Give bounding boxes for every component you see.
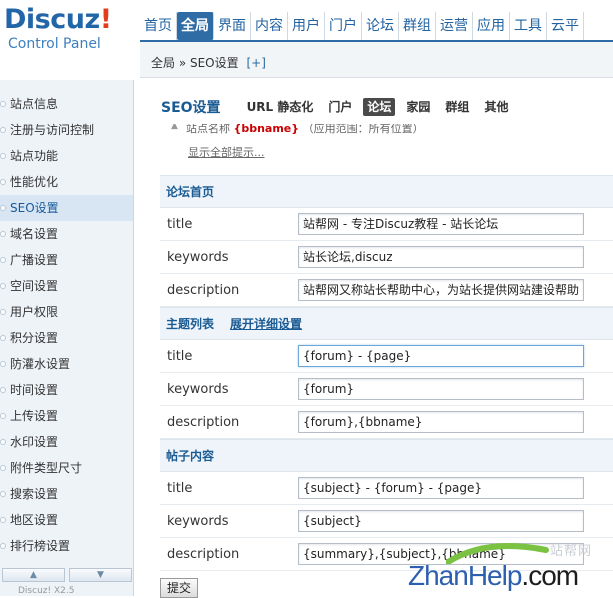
topnav-item-0[interactable]: 首页 — [140, 12, 177, 40]
keywords-input[interactable]: {forum} — [298, 378, 584, 400]
sidebar-item-2[interactable]: 站点功能 — [0, 143, 133, 169]
field-label: keywords — [167, 249, 229, 265]
topnav-item-11[interactable]: 云平 — [547, 12, 584, 40]
discuz-logo[interactable]: Discuz! Control Panel — [4, 4, 134, 66]
seo-tabs: URL 静态化 门户 论坛 家园 群组 其他 — [247, 98, 524, 116]
field-label: description — [167, 282, 240, 298]
form-row: keywords {forum} — [160, 373, 613, 406]
topnav-item-8[interactable]: 运营 — [436, 12, 473, 40]
tab-4[interactable]: 群组 — [445, 98, 469, 116]
field-label: description — [167, 414, 240, 430]
topnav-item-10[interactable]: 工具 — [510, 12, 547, 40]
tip-suffix: （应用范围：所有位置） — [302, 124, 424, 135]
sidebar-item-1[interactable]: 注册与访问控制 — [0, 117, 133, 143]
title-input[interactable]: {subject} - {forum} - {page} — [298, 477, 584, 499]
sidebar-item-8[interactable]: 用户权限 — [0, 299, 133, 325]
seo-form: 论坛首页 title 站帮网 - 专注Discuz教程 - 站长论坛 keywords… — [160, 175, 613, 598]
page-title: SEO设置 — [161, 100, 221, 116]
submit-button[interactable]: 提交 — [160, 578, 199, 598]
field-label: title — [167, 216, 193, 232]
section-title: 主题列表 — [166, 317, 215, 331]
tab-3[interactable]: 家园 — [406, 98, 430, 116]
field-label: keywords — [167, 381, 229, 397]
show-all-tips-link[interactable]: 显示全部提示... — [188, 146, 613, 160]
section-header: 论坛首页 — [160, 175, 613, 208]
sidebar-item-14[interactable]: 附件类型尺寸 — [0, 455, 133, 481]
topnav-item-5[interactable]: 门户 — [325, 12, 362, 40]
sidebar-scroll-controls: ▲ ▼ — [2, 568, 132, 582]
topnav-item-3[interactable]: 内容 — [251, 12, 288, 40]
topnav-item-4[interactable]: 用户 — [288, 12, 325, 40]
sidebar-menu: 站点信息 注册与访问控制 站点功能 性能优化 SEO设置 域名设置 广播设置 空间设置 用户权限… — [0, 80, 133, 559]
scroll-down-button[interactable]: ▼ — [69, 568, 132, 582]
form-row: title 站帮网 - 专注Discuz教程 - 站长论坛 — [160, 208, 613, 241]
section-title: 论坛首页 — [166, 185, 215, 199]
sidebar-item-17[interactable]: 排行榜设置 — [0, 533, 133, 559]
section-header: 帖子内容 — [160, 439, 613, 472]
field-label: title — [167, 348, 193, 364]
sidebar-item-6[interactable]: 广播设置 — [0, 247, 133, 273]
expand-details-link[interactable]: 展开详细设置 — [230, 317, 302, 331]
sidebar-item-10[interactable]: 防灌水设置 — [0, 351, 133, 377]
topnav-item-9[interactable]: 应用 — [473, 12, 510, 40]
field-label: description — [167, 546, 240, 562]
form-row: keywords {subject} — [160, 505, 613, 538]
logo-brand: Discuz! — [4, 4, 112, 35]
breadcrumb: 全局 » SEO设置 [+] — [140, 42, 613, 78]
title-input[interactable]: {forum} - {page} — [298, 345, 584, 367]
sidebar-footer: Discuz! X2.5 — [18, 586, 75, 596]
sidebar: 站点信息 注册与访问控制 站点功能 性能优化 SEO设置 域名设置 广播设置 空间设置 用户权限… — [0, 80, 134, 596]
sidebar-item-3[interactable]: 性能优化 — [0, 169, 133, 195]
logo-subtitle: Control Panel — [8, 36, 101, 52]
topnav-item-1[interactable]: 全局 — [177, 12, 214, 40]
topnav-item-6[interactable]: 论坛 — [362, 12, 399, 40]
description-input[interactable]: {summary},{subject},{bbname} — [298, 543, 584, 565]
form-row: description {forum},{bbname} — [160, 406, 613, 439]
scroll-up-button[interactable]: ▲ — [2, 568, 65, 582]
top-navigation: 首页 全局 界面 内容 用户 门户 论坛 群组 运营 应用 工具 云平 — [140, 12, 584, 40]
sidebar-item-15[interactable]: 搜索设置 — [0, 481, 133, 507]
add-shortcut-button[interactable]: [+] — [246, 56, 265, 70]
main-content: SEO设置 URL 静态化 门户 论坛 家园 群组 其他 ▲ 站点名称 {bbname} … — [160, 92, 613, 598]
tip-arrow-icon: ▲ — [171, 124, 178, 131]
title-input[interactable]: 站帮网 - 专注Discuz教程 - 站长论坛 — [298, 213, 584, 235]
field-label: title — [167, 480, 193, 496]
submit-row: 提交 — [160, 571, 613, 598]
field-label: keywords — [167, 513, 229, 529]
sidebar-item-5[interactable]: 域名设置 — [0, 221, 133, 247]
topnav-item-7[interactable]: 群组 — [399, 12, 436, 40]
sidebar-item-7[interactable]: 空间设置 — [0, 273, 133, 299]
section-header: 主题列表 展开详细设置 — [160, 307, 613, 340]
tab-2[interactable]: 论坛 — [363, 98, 396, 116]
sidebar-item-9[interactable]: 积分设置 — [0, 325, 133, 351]
keywords-input[interactable]: {subject} — [298, 510, 584, 532]
tip-variable: {bbname} — [233, 124, 300, 135]
page-header: SEO设置 URL 静态化 门户 论坛 家园 群组 其他 — [160, 92, 613, 122]
sidebar-item-11[interactable]: 时间设置 — [0, 377, 133, 403]
sidebar-item-12[interactable]: 上传设置 — [0, 403, 133, 429]
form-row: title {subject} - {forum} - {page} — [160, 472, 613, 505]
tab-1[interactable]: 门户 — [328, 98, 352, 116]
form-row: title {forum} - {page} — [160, 340, 613, 373]
tip-prefix: 站点名称 — [186, 124, 230, 135]
description-input[interactable]: 站帮网又称站长帮助中心，为站长提供网站建设帮助 — [298, 279, 584, 301]
form-row: description 站帮网又称站长帮助中心，为站长提供网站建设帮助 — [160, 274, 613, 307]
sidebar-item-13[interactable]: 水印设置 — [0, 429, 133, 455]
topnav-item-2[interactable]: 界面 — [214, 12, 251, 40]
keywords-input[interactable]: 站长论坛,discuz — [298, 246, 584, 268]
sidebar-item-0[interactable]: 站点信息 — [0, 91, 133, 117]
description-input[interactable]: {forum},{bbname} — [298, 411, 584, 433]
sidebar-item-16[interactable]: 地区设置 — [0, 507, 133, 533]
tip-line: ▲ 站点名称 {bbname} （应用范围：所有位置） — [160, 124, 613, 138]
header: Discuz! Control Panel 首页 全局 界面 内容 用户 门户 论坛 群组 运营… — [0, 0, 613, 80]
form-row: description {summary},{subject},{bbname} — [160, 538, 613, 571]
tab-0[interactable]: URL 静态化 — [247, 98, 314, 116]
sidebar-item-4[interactable]: SEO设置 — [0, 195, 133, 221]
breadcrumb-path: 全局 » SEO设置 — [151, 56, 239, 70]
tab-5[interactable]: 其他 — [484, 98, 508, 116]
form-row: keywords 站长论坛,discuz — [160, 241, 613, 274]
section-title: 帖子内容 — [166, 449, 215, 463]
